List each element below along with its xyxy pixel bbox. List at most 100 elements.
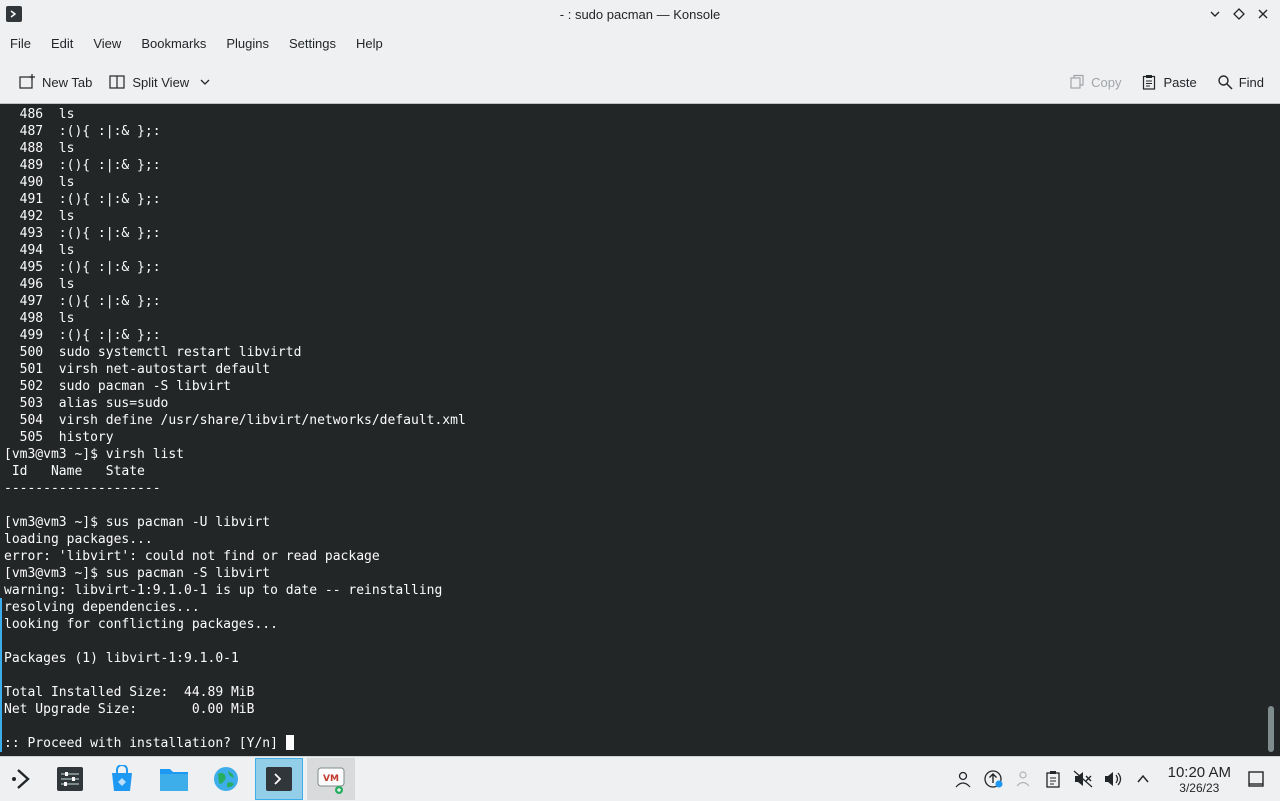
chevron-down-icon (200, 79, 210, 85)
terminal-cursor (285, 735, 294, 750)
taskbar-discover-app[interactable] (100, 758, 144, 800)
find-label: Find (1238, 74, 1264, 90)
svg-text:VM: VM (323, 774, 339, 784)
terminal-line: looking for conflicting packages... (4, 617, 278, 632)
window-title: - : sudo pacman — Konsole (559, 7, 721, 22)
network-icon[interactable] (1011, 767, 1035, 791)
terminal-line: 496 ls (4, 277, 75, 292)
system-settings-icon (57, 767, 83, 791)
terminal-line: resolving dependencies... (4, 600, 200, 615)
menu-edit[interactable]: Edit (41, 30, 83, 58)
toolbar: New Tab Split View Copy Paste Find (0, 62, 1280, 102)
close-button[interactable] (1254, 5, 1272, 23)
launcher-icon (12, 769, 30, 789)
chevron-down-icon (1210, 11, 1220, 17)
menu-settings[interactable]: Settings (279, 30, 346, 58)
minimize-button[interactable] (1206, 5, 1224, 23)
split-view-label: Split View (132, 74, 190, 90)
terminal-line: warning: libvirt-1:9.1.0-1 is up to date… (4, 583, 443, 598)
terminal-line: 492 ls (4, 209, 75, 224)
terminal-line: 502 sudo pacman -S libvirt (4, 379, 231, 394)
digital-clock[interactable]: 10:20 AM 3/26/23 (1168, 765, 1231, 794)
terminal-line: [vm3@vm3 ~]$ sus pacman -S libvirt (4, 566, 271, 581)
paste-button[interactable]: Paste (1133, 65, 1204, 99)
close-icon (1258, 9, 1268, 19)
terminal-line: :: Proceed with installation? [Y/n] (4, 735, 466, 752)
folder-icon (160, 769, 188, 791)
terminal-line: 494 ls (4, 243, 75, 258)
diamond-icon (1233, 8, 1245, 20)
terminal-line: -------------------- (4, 481, 161, 496)
menu-plugins[interactable]: Plugins (216, 30, 279, 58)
paste-label: Paste (1163, 74, 1197, 90)
split-view-button[interactable]: Split View (100, 65, 219, 99)
terminal-line: 491 :(){ :|:& };: (4, 192, 161, 207)
update-icon[interactable] (981, 767, 1005, 791)
terminal-line: 495 :(){ :|:& };: (4, 260, 161, 275)
terminal-line: [vm3@vm3 ~]$ sus pacman -U libvirt (4, 515, 271, 530)
application-launcher[interactable] (0, 758, 44, 800)
terminal-line: 489 :(){ :|:& };: (4, 158, 161, 173)
menu-view[interactable]: View (83, 30, 131, 58)
output-marker (0, 598, 2, 752)
maximize-button[interactable] (1230, 5, 1248, 23)
chevron-up-icon[interactable] (1131, 767, 1155, 791)
terminal-line: 487 :(){ :|:& };: (4, 124, 161, 139)
terminal-line: loading packages... (4, 532, 153, 547)
taskbar: VM 10:20 AM 3/26/23 (0, 756, 1280, 800)
copy-button[interactable]: Copy (1061, 65, 1129, 99)
menu-file[interactable]: File (0, 30, 41, 58)
terminal-line: 501 virsh net-autostart default (4, 362, 271, 377)
terminal-line: 499 :(){ :|:& };: (4, 328, 161, 343)
terminal-line: 490 ls (4, 175, 75, 190)
speaker-muted-icon[interactable] (1071, 767, 1095, 791)
find-button[interactable]: Find (1209, 65, 1272, 99)
search-icon (1218, 75, 1233, 90)
clock-date: 3/26/23 (1179, 780, 1220, 795)
taskbar-konsole-app[interactable] (255, 758, 303, 800)
terminal-line: 498 ls (4, 311, 75, 326)
terminal-line: 504 virsh define /usr/share/libvirt/netw… (4, 413, 466, 428)
terminal-line: 488 ls (4, 141, 75, 156)
taskbar-settings-app[interactable] (48, 758, 92, 800)
terminal-line: 486 ls (4, 107, 75, 122)
menu-help[interactable]: Help (346, 30, 393, 58)
menu-bar: File Edit View Bookmarks Plugins Setting… (0, 30, 1280, 58)
terminal-output: 486 ls 487 :(){ :|:& };: 488 ls 489 :(){… (4, 106, 466, 752)
paste-icon (1143, 75, 1156, 90)
system-tray: 10:20 AM 3/26/23 (948, 757, 1280, 801)
globe-icon (214, 767, 238, 791)
copy-label: Copy (1091, 74, 1122, 90)
terminal-line: error: 'libvirt': could not find or read… (4, 549, 380, 564)
taskbar-file-manager-app[interactable] (152, 758, 196, 800)
menu-bookmarks[interactable]: Bookmarks (131, 30, 216, 58)
terminal-scrollbar[interactable] (1268, 706, 1274, 752)
terminal-line: 505 history (4, 430, 114, 445)
terminal-line: Net Upgrade Size: 0.00 MiB (4, 702, 255, 717)
user-icon[interactable] (951, 767, 975, 791)
terminal-line: 503 alias sus=sudo (4, 396, 169, 411)
volume-icon[interactable] (1101, 767, 1125, 791)
clipboard-icon[interactable] (1041, 767, 1065, 791)
taskbar-browser-app[interactable] (204, 758, 248, 800)
terminal-icon (266, 767, 292, 791)
new-tab-button[interactable]: New Tab (10, 65, 100, 99)
terminal-line: 493 :(){ :|:& };: (4, 226, 161, 241)
terminal-line: 497 :(){ :|:& };: (4, 294, 161, 309)
terminal-line: Packages (1) libvirt-1:9.1.0-1 (4, 651, 239, 666)
discover-icon (112, 765, 132, 791)
clock-time: 10:20 AM (1167, 763, 1231, 781)
new-tab-label: New Tab (42, 74, 93, 90)
terminal-line: [vm3@vm3 ~]$ virsh list (4, 447, 185, 462)
taskbar-virt-manager-app[interactable]: VM (307, 758, 355, 800)
virt-manager-icon: VM (317, 767, 345, 794)
copy-icon (1070, 74, 1084, 89)
terminal-line: Id Name State (4, 464, 145, 479)
terminal-view[interactable]: 486 ls 487 :(){ :|:& };: 488 ls 489 :(){… (0, 104, 1280, 756)
title-bar: - : sudo pacman — Konsole (0, 0, 1280, 30)
split-view-icon (109, 75, 125, 89)
show-desktop-icon[interactable] (1244, 767, 1268, 791)
